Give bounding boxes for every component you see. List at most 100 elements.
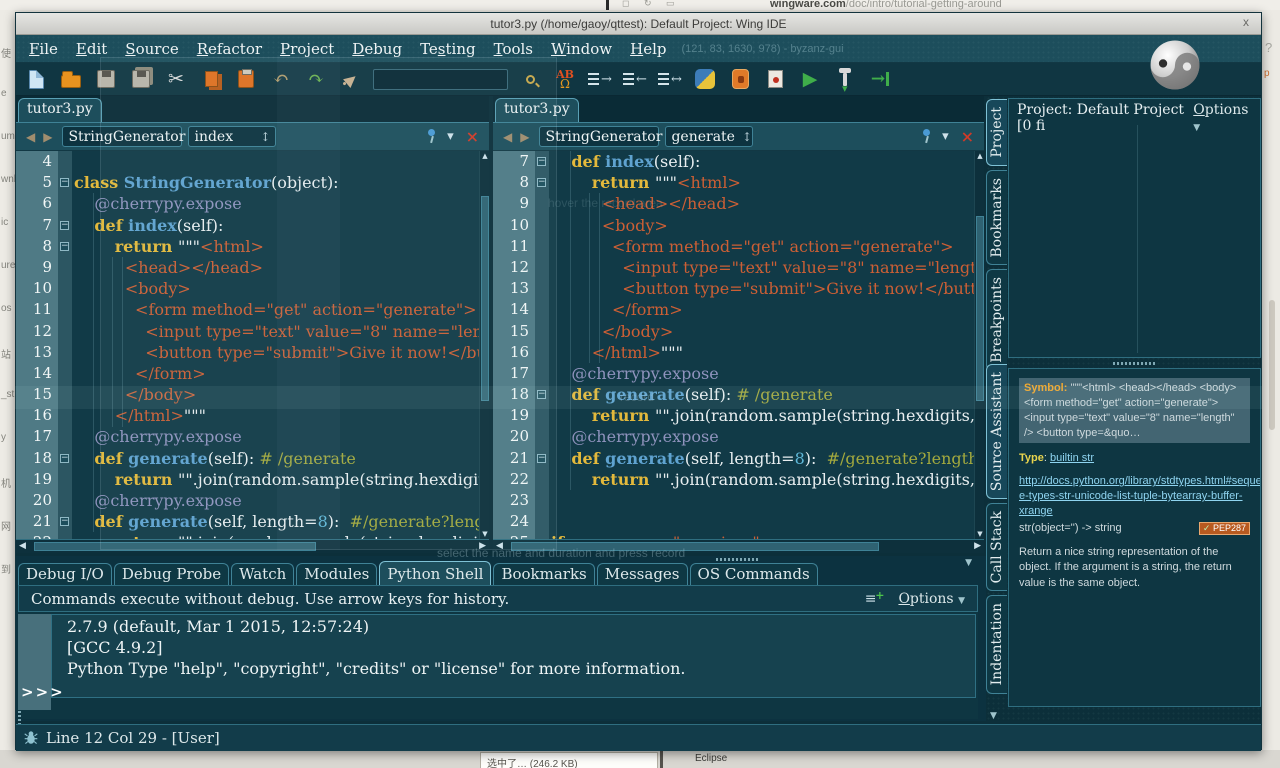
fold-minus-icon[interactable]: − xyxy=(60,517,69,526)
nav-forward-icon[interactable]: ▶ xyxy=(516,130,533,144)
vertical-scrollbar[interactable]: ▲▼ xyxy=(974,151,984,539)
pointer-icon[interactable]: ▶ xyxy=(338,66,364,92)
nav-back-icon[interactable]: ◀ xyxy=(499,130,516,144)
menu-tools[interactable]: Tools xyxy=(485,38,542,60)
project-tool-icon[interactable] xyxy=(727,66,753,92)
shell-options-button[interactable]: Options ▼ xyxy=(898,591,965,607)
project-panel[interactable]: Project: Default Project [0 fi Options ▼ xyxy=(1008,98,1261,358)
scope-combo[interactable]: StringGenerator↕ xyxy=(62,126,182,147)
sidebar-tab-indentation[interactable]: Indentation xyxy=(986,595,1007,693)
horizontal-scrollbar[interactable]: ◀▶ xyxy=(16,539,489,553)
debug-tool-icon[interactable] xyxy=(832,66,858,92)
fold-minus-icon[interactable]: − xyxy=(537,178,546,187)
editor-pane-left[interactable]: tutor3.py◀▶StringGenerator↕index↕▾×45−cl… xyxy=(16,96,489,553)
pin-icon[interactable] xyxy=(921,129,932,144)
scrollbar-thumb[interactable] xyxy=(34,542,316,551)
editor-pane-right[interactable]: tutor3.py◀▶StringGenerator↕generate↕▾×7−… xyxy=(493,96,984,553)
scrollbar-thumb[interactable] xyxy=(511,542,879,551)
scroll-right-icon[interactable]: ▶ xyxy=(974,541,981,551)
document-icon[interactable] xyxy=(762,66,788,92)
case-convert-icon[interactable]: ABΩ xyxy=(552,66,578,92)
close-editor-icon[interactable]: × xyxy=(466,127,479,146)
editor-tab[interactable]: tutor3.py xyxy=(495,98,579,122)
scroll-left-icon[interactable]: ◀ xyxy=(19,541,26,551)
chevron-down-icon[interactable]: ▾ xyxy=(447,129,454,144)
prompt-list-icon[interactable]: ≡ xyxy=(865,591,877,607)
sidebar-caret-icon[interactable]: ▼ xyxy=(990,711,997,721)
tab-debug-i-o[interactable]: Debug I/O xyxy=(18,563,112,585)
new-file-icon[interactable] xyxy=(23,66,49,92)
tab-messages[interactable]: Messages xyxy=(597,563,688,585)
debug-bug-icon[interactable] xyxy=(24,731,38,745)
scroll-left-icon[interactable]: ◀ xyxy=(496,541,503,551)
menu-window[interactable]: Window xyxy=(542,38,621,60)
python-icon[interactable] xyxy=(692,66,718,92)
undo-icon[interactable]: ↶ xyxy=(268,66,294,92)
code-area[interactable]: 7− def index(self):8− return """<html>9 … xyxy=(493,151,984,539)
pin-icon[interactable] xyxy=(426,129,437,144)
panel-grip-icon[interactable] xyxy=(716,558,760,561)
editor-tab[interactable]: tutor3.py xyxy=(18,98,102,122)
save-icon[interactable] xyxy=(93,66,119,92)
sidebar-tab-bookmarks[interactable]: Bookmarks xyxy=(986,170,1007,266)
sidebar-tab-project[interactable]: Project xyxy=(986,99,1007,166)
chevron-down-icon[interactable]: ▾ xyxy=(942,129,949,144)
scope-combo[interactable]: StringGenerator↕ xyxy=(539,126,659,147)
horizontal-scrollbar[interactable]: ◀▶ xyxy=(493,539,984,553)
scrollbar-thumb[interactable] xyxy=(976,216,984,401)
copy-icon[interactable] xyxy=(198,66,224,92)
vertical-scrollbar[interactable]: ▲▼ xyxy=(479,151,489,539)
tab-python-shell[interactable]: Python Shell xyxy=(379,561,491,585)
scroll-down-icon[interactable]: ▼ xyxy=(480,529,489,539)
indent-right-icon[interactable]: → xyxy=(587,66,613,92)
builtin-str-link[interactable]: builtin str xyxy=(1050,452,1094,464)
shell-output-box[interactable]: 2.7.9 (default, Mar 1 2015, 12:57:24)[GC… xyxy=(51,614,976,698)
fold-minus-icon[interactable]: − xyxy=(537,390,546,399)
nav-forward-icon[interactable]: ▶ xyxy=(39,130,56,144)
fold-minus-icon[interactable]: − xyxy=(537,454,546,463)
menu-file[interactable]: File xyxy=(20,38,67,60)
fold-minus-icon[interactable]: − xyxy=(60,454,69,463)
project-options-button[interactable]: Options ▼ xyxy=(1193,102,1252,134)
sidebar-tab-call-stack[interactable]: Call Stack xyxy=(986,503,1007,591)
tab-watch[interactable]: Watch xyxy=(231,563,294,585)
window-close-button[interactable]: x xyxy=(1243,15,1249,29)
sidebar-tab-source-assistant[interactable]: Source Assistant xyxy=(986,364,1007,499)
symbol-combo[interactable]: index↕ xyxy=(188,126,276,147)
nav-back-icon[interactable]: ◀ xyxy=(22,130,39,144)
fold-minus-icon[interactable]: − xyxy=(537,157,546,166)
code-area[interactable]: 45−class StringGenerator(object):6 @cher… xyxy=(16,151,489,539)
python-shell-area[interactable]: 2.7.9 (default, Mar 1 2015, 12:57:24)[GC… xyxy=(18,612,978,719)
sidebar-splitter[interactable] xyxy=(1008,360,1261,366)
tab-debug-probe[interactable]: Debug Probe xyxy=(114,563,229,585)
cut-icon[interactable]: ✂ xyxy=(163,66,189,92)
tab-bookmarks[interactable]: Bookmarks xyxy=(493,563,594,585)
menu-testing[interactable]: Testing xyxy=(411,38,485,60)
scroll-right-icon[interactable]: ▶ xyxy=(479,541,486,551)
close-editor-icon[interactable]: × xyxy=(961,127,974,146)
tab-os-commands[interactable]: OS Commands xyxy=(690,563,818,585)
source-assistant-panel[interactable]: Symbol: """<html> <head></head> <body> <… xyxy=(1008,368,1261,707)
shell-prompt[interactable]: >>> xyxy=(21,683,65,701)
menu-project[interactable]: Project xyxy=(271,38,343,60)
symbol-combo[interactable]: generate↕ xyxy=(665,126,753,147)
fold-minus-icon[interactable]: − xyxy=(60,221,69,230)
menu-source[interactable]: Source xyxy=(116,38,187,60)
menu-edit[interactable]: Edit xyxy=(67,38,116,60)
sidebar-tab-breakpoints[interactable]: Breakpoints xyxy=(986,269,1007,371)
fold-minus-icon[interactable]: − xyxy=(60,178,69,187)
outdent-icon[interactable]: ← xyxy=(622,66,648,92)
menu-help[interactable]: Help xyxy=(621,38,675,60)
scroll-up-icon[interactable]: ▲ xyxy=(480,151,489,161)
scroll-down-icon[interactable]: ▼ xyxy=(975,529,984,539)
indent-convert-icon[interactable]: ↔ xyxy=(657,66,683,92)
scroll-up-icon[interactable]: ▲ xyxy=(975,151,984,161)
open-file-icon[interactable] xyxy=(58,66,84,92)
search-icon[interactable] xyxy=(517,66,543,92)
redo-icon[interactable]: ↷ xyxy=(303,66,329,92)
tab-modules[interactable]: Modules xyxy=(296,563,377,585)
step-into-icon[interactable]: → xyxy=(867,66,893,92)
docs-link-line2[interactable]: e-types-str-unicode-list-tuple-bytearray… xyxy=(1019,489,1250,519)
fold-minus-icon[interactable]: − xyxy=(60,242,69,251)
run-icon[interactable]: ▶ xyxy=(797,66,823,92)
